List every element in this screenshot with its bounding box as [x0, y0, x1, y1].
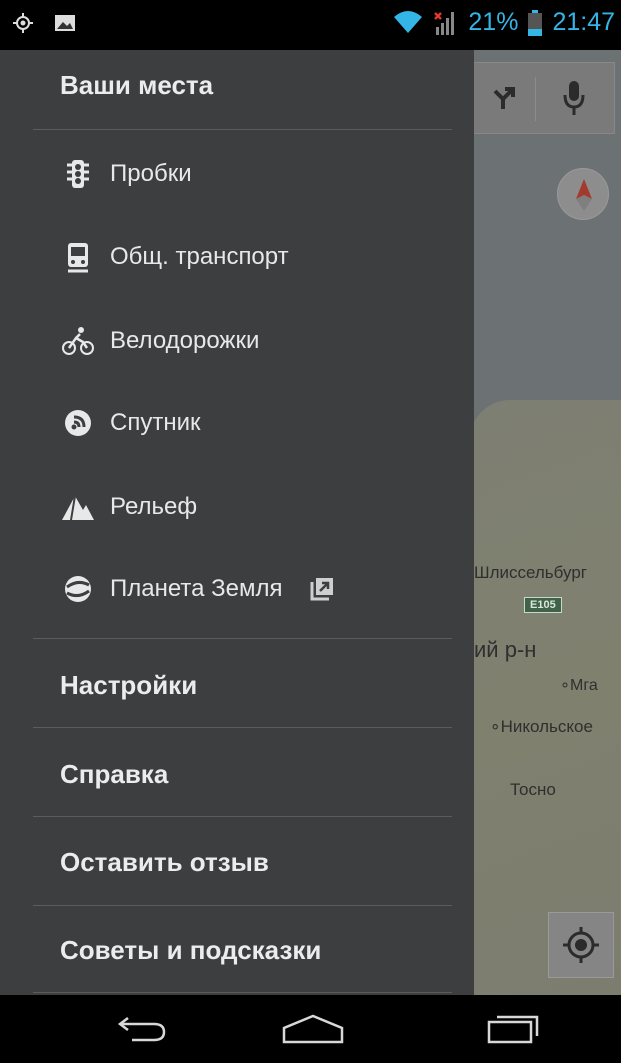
drawer-item-feedback[interactable]: Оставить отзыв	[60, 847, 269, 878]
satellite-icon	[60, 405, 96, 441]
navigation-drawer: Ваши места Пробки Общ. транспорт Велодор…	[0, 50, 474, 995]
layer-item-google-earth[interactable]: Планета Земля	[60, 569, 335, 609]
location-icon	[12, 12, 34, 34]
microphone-icon[interactable]	[561, 79, 587, 124]
recent-apps-icon	[487, 1015, 539, 1044]
drawer-divider	[33, 129, 452, 130]
drawer-item-help[interactable]: Справка	[60, 759, 168, 790]
layer-item-traffic[interactable]: Пробки	[60, 154, 192, 194]
status-bar: 21% 21:47	[0, 0, 621, 50]
back-icon	[117, 1017, 166, 1042]
battery-icon	[528, 9, 543, 36]
my-location-button[interactable]	[548, 912, 614, 978]
layer-item-bicycling[interactable]: Велодорожки	[60, 321, 259, 361]
home-button[interactable]	[278, 1009, 348, 1049]
map-road-badge: E105	[524, 597, 562, 613]
layer-item-terrain[interactable]: Рельеф	[60, 487, 197, 527]
layer-label: Общ. транспорт	[110, 243, 289, 270]
terrain-icon	[60, 489, 96, 525]
layer-label: Велодорожки	[110, 327, 260, 354]
drawer-item-settings[interactable]: Настройки	[60, 670, 197, 701]
image-notification-icon	[54, 12, 76, 34]
layer-item-satellite[interactable]: Спутник	[60, 403, 200, 443]
layer-label: Спутник	[110, 409, 201, 436]
layer-label: Пробки	[110, 160, 192, 187]
external-link-icon	[309, 576, 335, 602]
map-label-nikolskoe: ∘Никольское	[490, 717, 593, 736]
drawer-divider	[33, 992, 452, 993]
system-navigation-bar	[0, 995, 621, 1063]
my-location-icon	[563, 927, 599, 963]
map-search-bar[interactable]	[470, 62, 615, 134]
drawer-item-tips[interactable]: Советы и подсказки	[60, 935, 321, 966]
layer-label: Рельеф	[110, 493, 198, 520]
map-label-district: ий р-н	[474, 637, 537, 662]
drawer-header-your-places[interactable]: Ваши места	[60, 70, 213, 101]
directions-icon[interactable]	[489, 83, 519, 118]
battery-percent: 21%	[468, 8, 519, 36]
map-label-tosno: Тосно	[510, 780, 556, 799]
wifi-icon	[394, 10, 423, 35]
drawer-divider	[33, 905, 452, 906]
drawer-divider	[33, 727, 452, 728]
recent-apps-button[interactable]	[478, 1009, 548, 1049]
layer-item-transit[interactable]: Общ. транспорт	[60, 237, 289, 277]
map-label-shlisselburg: Шлиссельбург	[474, 563, 587, 582]
compass-button[interactable]	[557, 168, 609, 220]
drawer-divider	[33, 638, 452, 639]
layer-label: Планета Земля	[110, 575, 283, 602]
bicycle-icon	[60, 323, 96, 359]
drawer-divider	[33, 816, 452, 817]
traffic-light-icon	[60, 156, 96, 192]
search-bar-divider	[535, 77, 536, 121]
back-button[interactable]	[107, 1009, 177, 1049]
home-icon	[282, 1014, 344, 1044]
map-label-mga: ∘Мга	[560, 677, 598, 694]
clock: 21:47	[552, 8, 615, 36]
compass-icon	[576, 179, 592, 211]
map-land	[470, 400, 621, 1000]
earth-icon	[60, 571, 96, 607]
train-icon	[60, 239, 96, 275]
signal-no-data-icon	[432, 9, 458, 37]
